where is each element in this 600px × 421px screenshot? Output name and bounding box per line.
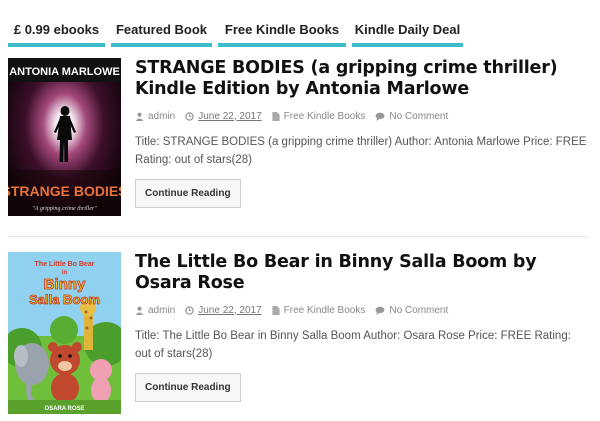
cover-author-text: OSARA ROSE [44,406,84,412]
meta-category[interactable]: Free Kindle Books [272,110,366,122]
post-content: STRANGE BODIES (a gripping crime thrille… [135,58,588,208]
meta-author[interactable]: admin [135,305,175,316]
meta-author[interactable]: admin [135,111,175,122]
tab-kindle-daily-deal[interactable]: Kindle Daily Deal [352,14,463,47]
meta-category[interactable]: Free Kindle Books [272,304,366,316]
post-divider [8,236,588,237]
cover-author-text: ANTONIA MARLOWE [9,66,120,78]
tab-099-ebooks[interactable]: £ 0.99 ebooks [8,14,105,47]
post-date: June 22, 2017 [198,304,262,316]
post-little-bo-bear: The Little Bo Bear in Binny Salla Boom O… [8,252,588,421]
cover-title-top: The Little Bo Bear [35,261,95,268]
clock-icon [185,111,194,121]
post-excerpt: Title: STRANGE BODIES (a gripping crime … [135,136,587,166]
book-cover-strange-bodies[interactable]: ANTONIA MARLOWE STRANGE BODIES "A grippi… [8,58,121,216]
meta-comments[interactable]: No Comment [375,305,448,316]
cover-title-binny: Binny [44,276,86,293]
cover-title-text: STRANGE BODIES [8,183,121,199]
user-icon [135,112,144,121]
post-strange-bodies: ANTONIA MARLOWE STRANGE BODIES "A grippi… [8,58,588,228]
tab-featured-book[interactable]: Featured Book [111,14,212,47]
post-excerpt: Title: The Little Bo Bear in Binny Salla… [135,330,571,360]
cover-art: The Little Bo Bear in Binny Salla Boom O… [8,252,121,414]
cover-art: ANTONIA MARLOWE STRANGE BODIES "A grippi… [8,58,121,216]
comment-icon [375,112,385,121]
post-meta: admin June 22, 2017 Free Kindle Books No… [135,109,588,123]
continue-reading-button[interactable]: Continue Reading [135,373,241,402]
category-tabs: £ 0.99 ebooks Featured Book Free Kindle … [8,14,469,47]
author-name: admin [148,304,176,316]
post-content: The Little Bo Bear in Binny Salla Boom b… [135,252,588,402]
post-category: Free Kindle Books [283,110,366,122]
meta-date[interactable]: June 22, 2017 [185,110,262,122]
meta-date[interactable]: June 22, 2017 [185,304,262,316]
post-comments: No Comment [389,304,449,316]
tab-free-kindle-books[interactable]: Free Kindle Books [218,14,346,47]
cover-tagline-text: "A gripping crime thriller" [32,206,97,212]
meta-comments[interactable]: No Comment [375,111,448,122]
post-title[interactable]: STRANGE BODIES (a gripping crime thrille… [135,58,588,100]
user-icon [135,306,144,315]
post-category: Free Kindle Books [283,304,366,316]
continue-reading-button[interactable]: Continue Reading [135,179,241,208]
post-title[interactable]: The Little Bo Bear in Binny Salla Boom b… [135,252,588,294]
author-name: admin [148,110,176,122]
cover-title-sallaboom: Salla Boom [29,292,100,307]
file-icon [272,111,280,121]
post-comments: No Comment [389,110,449,122]
post-date: June 22, 2017 [198,110,262,122]
book-cover-little-bo-bear[interactable]: The Little Bo Bear in Binny Salla Boom O… [8,252,121,414]
post-meta: admin June 22, 2017 Free Kindle Books No… [135,303,588,317]
file-icon [272,305,280,315]
clock-icon [185,305,194,315]
comment-icon [375,306,385,315]
